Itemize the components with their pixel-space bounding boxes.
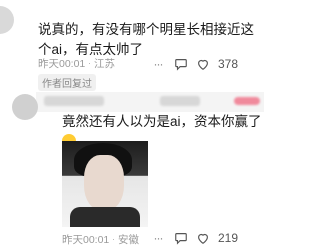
blurred-username [44,96,104,106]
comment-meta: 昨天00:01 · 江苏 [38,58,115,70]
ellipsis-icon[interactable]: ··· [150,231,166,245]
author-reply-badge: 作者回复过 [38,74,96,91]
chat-bubble-icon[interactable] [174,57,188,71]
heart-icon[interactable] [196,231,210,245]
reply-avatar[interactable] [12,94,38,120]
commenter-avatar[interactable] [0,6,14,34]
ellipsis-icon[interactable]: ··· [150,57,166,71]
blurred-text [160,96,200,106]
reply-location: 安徽 [117,234,139,246]
attached-image[interactable] [62,141,148,227]
chat-bubble-icon[interactable] [174,231,188,245]
reply-actions: ··· 219 [150,231,240,245]
comment-location: 江苏 [93,58,115,70]
like-count: 219 [218,231,239,245]
red-marker [234,97,260,105]
like-count: 378 [218,57,239,71]
heart-icon[interactable] [196,57,210,71]
reply-time: 昨天00:01 [62,234,110,246]
reply-meta: 昨天00:01 · 安徽 [62,234,139,246]
comment-time: 昨天00:01 [38,58,86,70]
comment-text: 说真的，有没有哪个明星长相接近这个ai，有点太帅了 [38,22,254,57]
comment-actions: ··· 378 [150,57,240,71]
